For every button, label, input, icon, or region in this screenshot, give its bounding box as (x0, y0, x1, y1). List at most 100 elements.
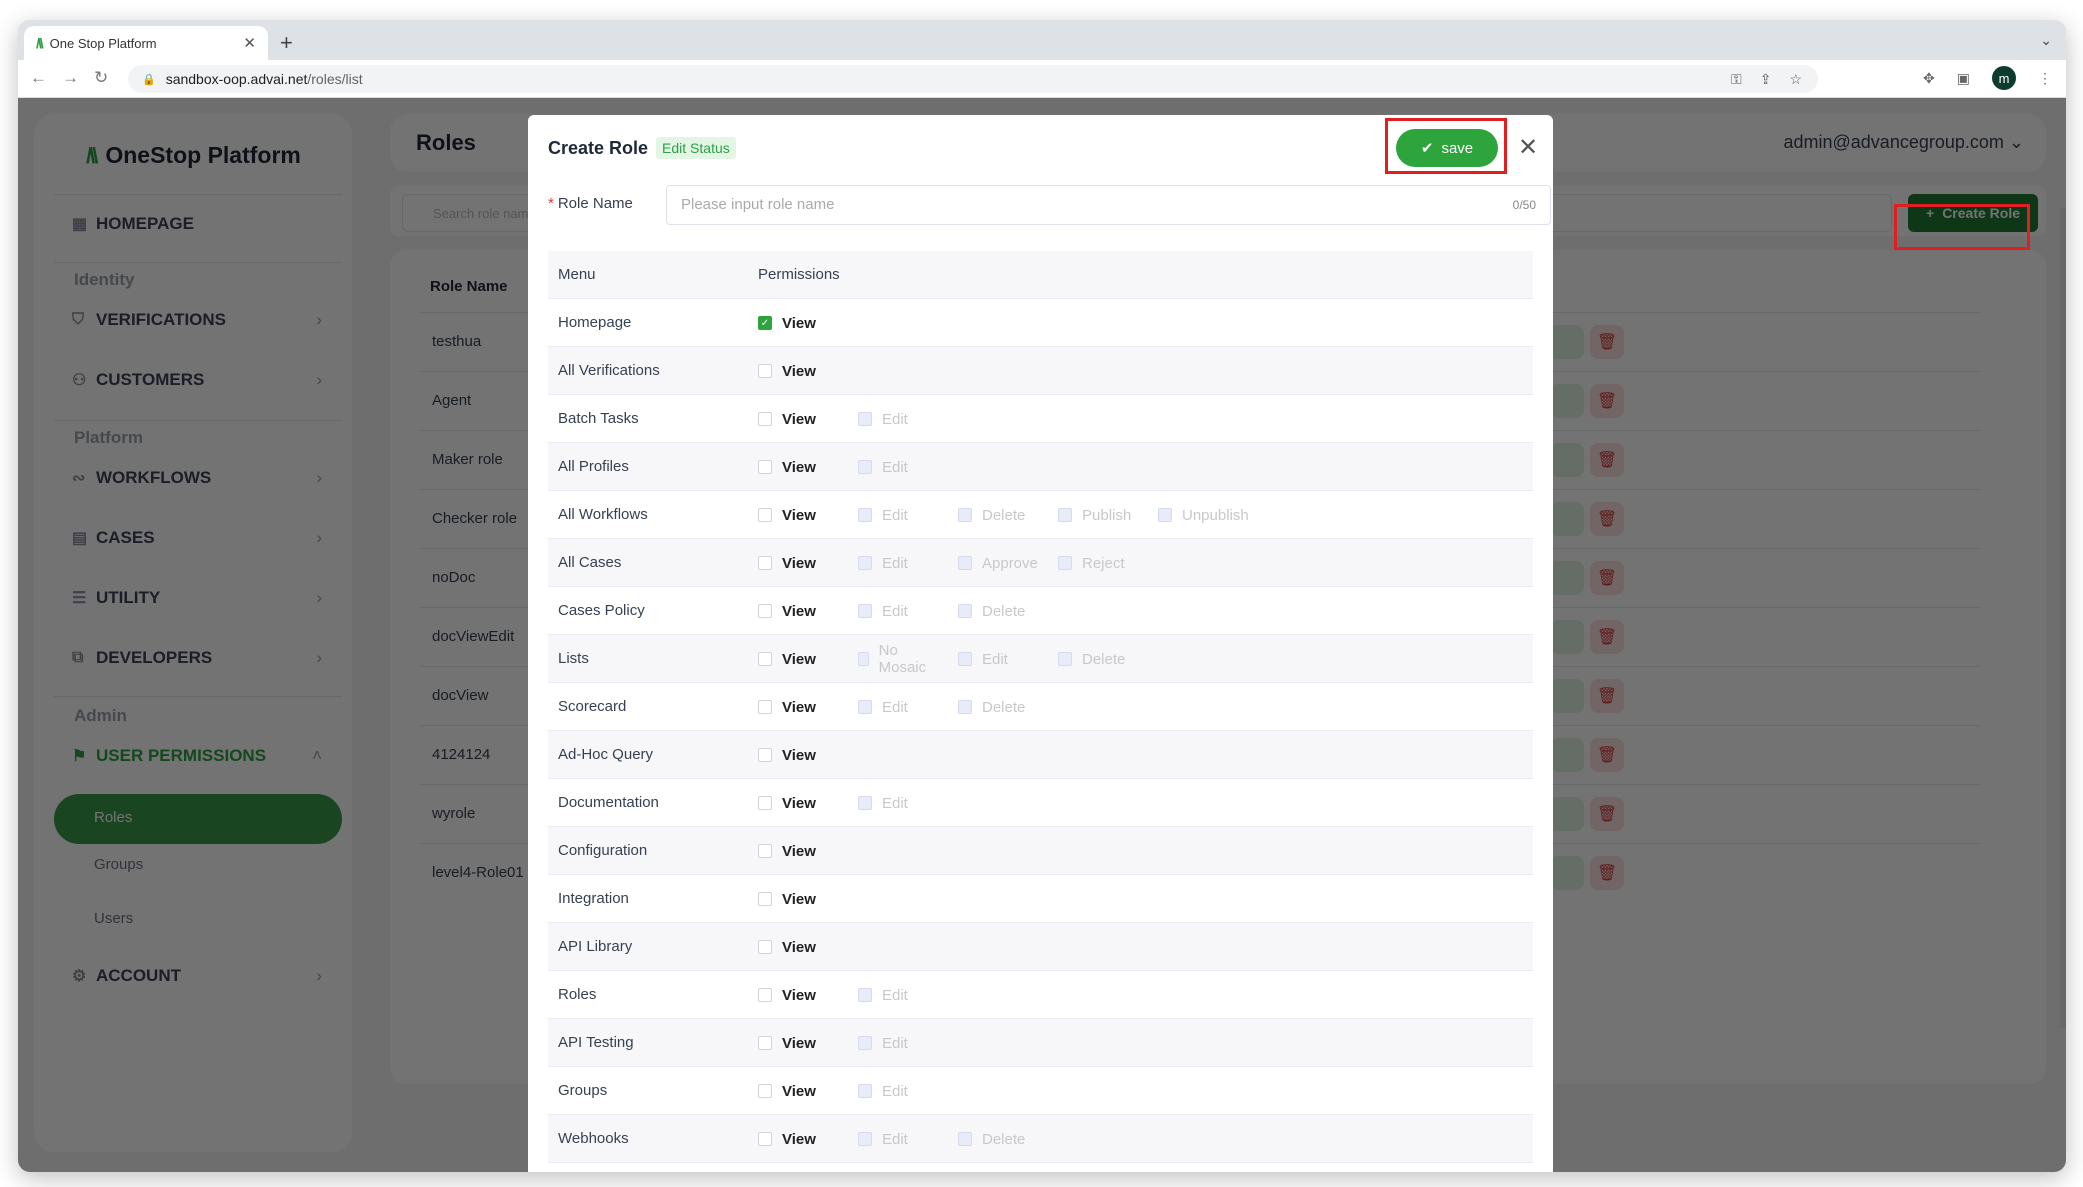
permission-checkbox[interactable]: View (758, 743, 816, 767)
key-icon[interactable]: ⚿ (1731, 71, 1742, 88)
permission-label: Approve (982, 554, 1038, 572)
permission-label: View (782, 650, 816, 668)
address-bar[interactable]: 🔒 sandbox-oop.advai.net/roles/list ⚿ ⇪ ☆ (128, 65, 1818, 93)
checkbox-icon (858, 988, 872, 1002)
url-host: sandbox-oop.advai.net (165, 71, 308, 87)
checkbox-icon (758, 796, 772, 810)
menu-name: Batch Tasks (558, 410, 639, 427)
save-label: save (1441, 139, 1474, 157)
permission-checkbox[interactable]: View (758, 407, 816, 431)
permission-row: Configuration View (548, 827, 1533, 875)
permission-label: View (782, 986, 816, 1004)
checkbox-icon (858, 604, 872, 618)
permissions-table: Menu Permissions Homepage ✓ View All Verifi… (548, 251, 1533, 1163)
permission-row: All Workflows View Edit Delete Publish Unpubl… (548, 491, 1533, 539)
permission-checkbox: Approve (958, 551, 1038, 575)
permission-checkbox[interactable]: View (758, 839, 816, 863)
permission-checkbox: Edit (858, 503, 908, 527)
menu-name: API Testing (558, 1034, 634, 1051)
permission-label: Edit (882, 698, 908, 716)
permission-row: Lists View No Mosaic Edit Delete (548, 635, 1533, 683)
checkbox-icon (758, 748, 772, 762)
menu-name: Homepage (558, 314, 632, 331)
permission-label: View (782, 602, 816, 620)
permission-checkbox[interactable]: View (758, 791, 816, 815)
permission-checkbox[interactable]: View (758, 1079, 816, 1103)
back-icon[interactable]: ← (30, 68, 47, 88)
permission-row: Documentation View Edit (548, 779, 1533, 827)
permission-checkbox: Reject (1058, 551, 1125, 575)
checkbox-icon (1158, 508, 1172, 522)
checkbox-icon (958, 652, 972, 666)
share-icon[interactable]: ⇪ (1760, 71, 1772, 88)
permission-checkbox: Edit (858, 599, 908, 623)
checkbox-icon (858, 556, 872, 570)
checkbox-icon: ✓ (758, 316, 772, 330)
permission-label: View (782, 410, 816, 428)
menu-kebab-icon[interactable]: ⋮ (2038, 70, 2052, 87)
permission-checkbox[interactable]: View (758, 935, 816, 959)
checkbox-icon (758, 604, 772, 618)
permission-checkbox[interactable]: View (758, 695, 816, 719)
permission-checkbox: Delete (958, 503, 1025, 527)
new-tab-button[interactable]: + (280, 30, 293, 56)
check-icon: ✔ (1420, 140, 1434, 157)
permission-checkbox[interactable]: View (758, 983, 816, 1007)
permission-checkbox: Delete (958, 695, 1025, 719)
permission-checkbox[interactable]: View (758, 599, 816, 623)
permission-checkbox[interactable]: View (758, 1127, 816, 1151)
checkbox-icon (758, 508, 772, 522)
profile-avatar[interactable]: m (1992, 66, 2016, 90)
permission-checkbox: No Mosaic (858, 642, 930, 676)
close-tab-icon[interactable]: ✕ (243, 34, 256, 52)
header-menu: Menu (558, 266, 596, 283)
permission-checkbox[interactable]: View (758, 1031, 816, 1055)
permission-checkbox[interactable]: ✓ View (758, 311, 816, 335)
permission-label: Edit (882, 410, 908, 428)
side-panel-icon[interactable]: ▣ (1957, 70, 1970, 87)
menu-name: All Workflows (558, 506, 648, 523)
permission-checkbox: Edit (858, 695, 908, 719)
reload-icon[interactable]: ↻ (94, 68, 108, 88)
save-button[interactable]: ✔ save (1396, 129, 1498, 167)
tab-search-chevron-icon[interactable]: ⌄ (2040, 32, 2052, 49)
highlight-create-role (1894, 204, 2030, 250)
permission-row: Webhooks View Edit Delete (548, 1115, 1533, 1163)
permission-row: API Testing View Edit (548, 1019, 1533, 1067)
permission-checkbox: Edit (858, 455, 908, 479)
forward-icon[interactable]: → (62, 68, 79, 88)
permission-row: All Profiles View Edit (548, 443, 1533, 491)
permission-checkbox[interactable]: View (758, 647, 816, 671)
close-icon[interactable]: ✕ (1518, 133, 1538, 162)
checkbox-icon (758, 988, 772, 1002)
char-count: 0/50 (1512, 198, 1536, 212)
permission-label: Delete (982, 698, 1026, 716)
permission-label: Edit (882, 602, 908, 620)
checkbox-icon (1058, 508, 1072, 522)
browser-tab[interactable]: /\\ One Stop Platform ✕ (24, 26, 268, 60)
role-name-input[interactable]: Please input role name 0/50 (666, 185, 1551, 225)
permission-row: Cases Policy View Edit Delete (548, 587, 1533, 635)
modal-title-text: Create Role (548, 137, 649, 158)
permission-checkbox[interactable]: View (758, 887, 816, 911)
permission-label: Delete (982, 506, 1026, 524)
permission-checkbox[interactable]: View (758, 503, 816, 527)
permission-label: Delete (982, 1130, 1026, 1148)
permission-checkbox: Delete (958, 1127, 1025, 1151)
lock-icon: 🔒 (142, 73, 156, 86)
permission-checkbox[interactable]: View (758, 551, 816, 575)
permission-checkbox[interactable]: View (758, 455, 816, 479)
checkbox-icon (858, 508, 872, 522)
star-icon[interactable]: ☆ (1789, 71, 1802, 88)
permission-label: View (782, 314, 816, 332)
permission-row: Scorecard View Edit Delete (548, 683, 1533, 731)
checkbox-icon (858, 1132, 872, 1146)
permission-label: View (782, 554, 816, 572)
checkbox-icon (758, 364, 772, 378)
permission-checkbox[interactable]: View (758, 359, 816, 383)
checkbox-icon (758, 1084, 772, 1098)
permission-label: Edit (882, 506, 908, 524)
permission-checkbox: Edit (858, 1127, 908, 1151)
permission-row: Groups View Edit (548, 1067, 1533, 1115)
extensions-icon[interactable]: ✥ (1923, 70, 1935, 87)
